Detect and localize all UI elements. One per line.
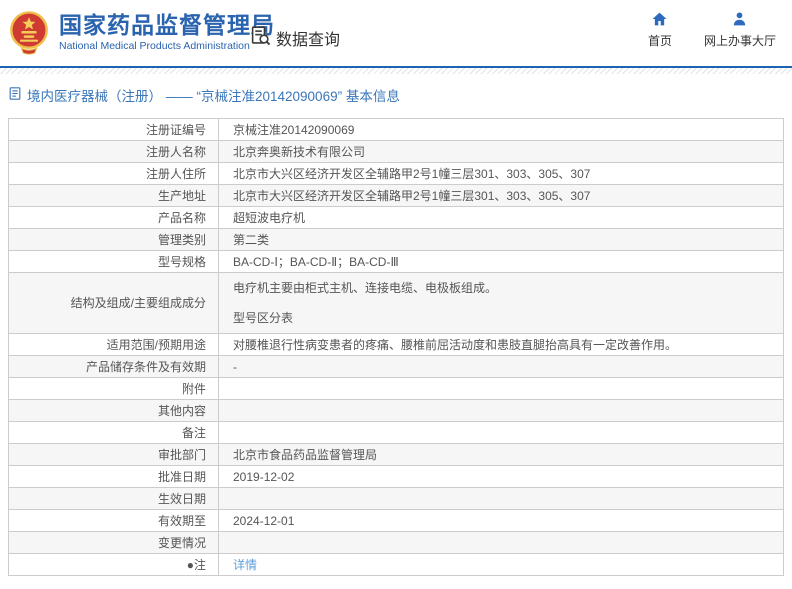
header-nav: 首页 网上办事大厅 xyxy=(648,11,776,49)
table-row: ●注详情 xyxy=(9,554,784,576)
row-value-line: 电疗机主要由柜式主机、连接电缆、电极板组成。 xyxy=(233,280,775,296)
row-label: 生产地址 xyxy=(9,185,219,207)
table-row: 有效期至2024-12-01 xyxy=(9,510,784,532)
table-row: 注册人名称北京奔奥新技术有限公司 xyxy=(9,141,784,163)
row-value xyxy=(219,488,784,510)
table-row: 附件 xyxy=(9,378,784,400)
row-value: - xyxy=(219,356,784,378)
row-value xyxy=(219,422,784,444)
row-label: ●注 xyxy=(9,554,219,576)
national-emblem-logo xyxy=(8,8,50,56)
breadcrumb-text: 境内医疗器械（注册） —— “京械注准20142090069” 基本信息 xyxy=(27,85,400,105)
table-row: 备注 xyxy=(9,422,784,444)
row-label: 审批部门 xyxy=(9,444,219,466)
header-hatch-stripe xyxy=(0,68,792,74)
row-value-line: 型号区分表 xyxy=(233,310,775,326)
document-icon xyxy=(8,86,22,104)
nav-service-hall-label: 网上办事大厅 xyxy=(704,32,776,49)
row-label: 适用范围/预期用途 xyxy=(9,334,219,356)
row-label: 注册人名称 xyxy=(9,141,219,163)
nav-service-hall[interactable]: 网上办事大厅 xyxy=(704,11,776,49)
row-value: 第二类 xyxy=(219,229,784,251)
row-value: 2024-12-01 xyxy=(219,510,784,532)
row-label: 注册人住所 xyxy=(9,163,219,185)
table-row: 生效日期 xyxy=(9,488,784,510)
row-value: 北京市大兴区经济开发区全辅路甲2号1幢三层301、303、305、307 xyxy=(219,163,784,185)
table-row: 注册人住所北京市大兴区经济开发区全辅路甲2号1幢三层301、303、305、30… xyxy=(9,163,784,185)
row-label: 注册证编号 xyxy=(9,119,219,141)
row-value: 对腰椎退行性病变患者的疼痛、腰椎前屈活动度和患肢直腿抬高具有一定改善作用。 xyxy=(219,334,784,356)
row-value: 超短波电疗机 xyxy=(219,207,784,229)
row-label: 变更情况 xyxy=(9,532,219,554)
row-value: 北京奔奥新技术有限公司 xyxy=(219,141,784,163)
row-label: 有效期至 xyxy=(9,510,219,532)
table-row: 批准日期2019-12-02 xyxy=(9,466,784,488)
row-label: 型号规格 xyxy=(9,251,219,273)
person-icon xyxy=(731,11,748,27)
row-value: BA-CD-Ⅰ；BA-CD-Ⅱ；BA-CD-Ⅲ xyxy=(219,251,784,273)
row-value: 电疗机主要由柜式主机、连接电缆、电极板组成。型号区分表 xyxy=(219,273,784,334)
document-search-icon xyxy=(250,25,271,51)
table-row: 管理类别第二类 xyxy=(9,229,784,251)
row-value: 京械注准20142090069 xyxy=(219,119,784,141)
row-value xyxy=(219,400,784,422)
site-header: 国家药品监督管理局 National Medical Products Admi… xyxy=(0,0,792,66)
table-row: 其他内容 xyxy=(9,400,784,422)
row-label: 批准日期 xyxy=(9,466,219,488)
detail-link[interactable]: 详情 xyxy=(233,558,257,572)
registration-info-table: 注册证编号京械注准20142090069注册人名称北京奔奥新技术有限公司注册人住… xyxy=(8,118,784,576)
row-label: 备注 xyxy=(9,422,219,444)
table-row: 审批部门北京市食品药品监督管理局 xyxy=(9,444,784,466)
table-row: 注册证编号京械注准20142090069 xyxy=(9,119,784,141)
data-query-label: 数据查询 xyxy=(276,26,340,50)
home-icon xyxy=(651,11,668,27)
row-label: 管理类别 xyxy=(9,229,219,251)
row-label: 产品储存条件及有效期 xyxy=(9,356,219,378)
row-value: 北京市大兴区经济开发区全辅路甲2号1幢三层301、303、305、307 xyxy=(219,185,784,207)
row-label: 附件 xyxy=(9,378,219,400)
row-label: 生效日期 xyxy=(9,488,219,510)
row-value: 详情 xyxy=(219,554,784,576)
table-row: 变更情况 xyxy=(9,532,784,554)
row-value xyxy=(219,532,784,554)
nav-home[interactable]: 首页 xyxy=(648,11,672,49)
row-label: 其他内容 xyxy=(9,400,219,422)
row-label: 产品名称 xyxy=(9,207,219,229)
table-row: 生产地址北京市大兴区经济开发区全辅路甲2号1幢三层301、303、305、307 xyxy=(9,185,784,207)
data-query-nav[interactable]: 数据查询 xyxy=(250,25,340,51)
row-label: 结构及组成/主要组成成分 xyxy=(9,273,219,334)
site-title: 国家药品监督管理局 xyxy=(59,12,275,38)
site-subtitle: National Medical Products Administration xyxy=(59,40,275,52)
breadcrumb: 境内医疗器械（注册） —— “京械注准20142090069” 基本信息 xyxy=(8,85,792,105)
row-value: 2019-12-02 xyxy=(219,466,784,488)
table-row: 产品储存条件及有效期- xyxy=(9,356,784,378)
brand-logo: 国家药品监督管理局 National Medical Products Admi… xyxy=(8,8,275,56)
row-value xyxy=(219,378,784,400)
table-row: 适用范围/预期用途对腰椎退行性病变患者的疼痛、腰椎前屈活动度和患肢直腿抬高具有一… xyxy=(9,334,784,356)
table-row: 产品名称超短波电疗机 xyxy=(9,207,784,229)
table-row: 型号规格BA-CD-Ⅰ；BA-CD-Ⅱ；BA-CD-Ⅲ xyxy=(9,251,784,273)
nav-home-label: 首页 xyxy=(648,32,672,49)
row-value: 北京市食品药品监督管理局 xyxy=(219,444,784,466)
table-row: 结构及组成/主要组成成分电疗机主要由柜式主机、连接电缆、电极板组成。型号区分表 xyxy=(9,273,784,334)
